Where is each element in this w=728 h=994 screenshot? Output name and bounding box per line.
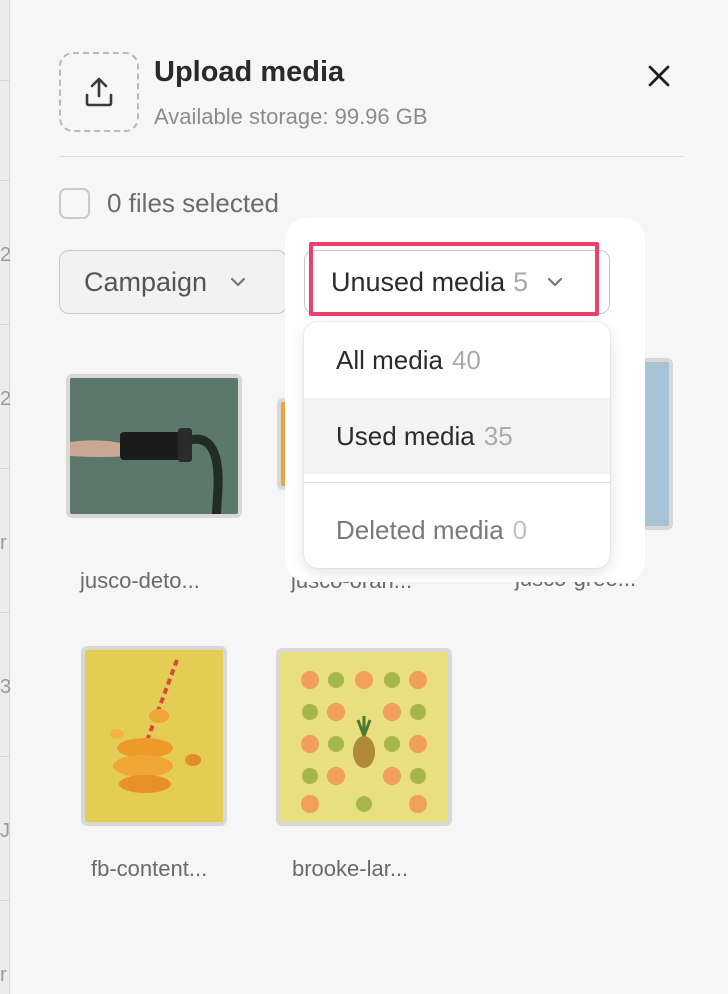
select-all-checkbox[interactable] bbox=[59, 188, 90, 219]
media-card[interactable]: fb-content... bbox=[81, 646, 227, 881]
media-card[interactable]: brooke-lar... bbox=[276, 648, 452, 881]
menu-item-used-media[interactable]: Used media 35 bbox=[304, 398, 610, 474]
row-divider bbox=[0, 324, 10, 325]
menu-item-label: All media bbox=[336, 344, 443, 375]
menu-item-count: 40 bbox=[451, 344, 481, 375]
selection-count: 0 files selected bbox=[107, 188, 279, 218]
edge-char: 2 bbox=[0, 388, 12, 410]
media-name: brooke-lar... bbox=[292, 856, 409, 881]
menu-divider bbox=[304, 482, 610, 483]
focus-highlight bbox=[309, 242, 599, 316]
row-divider bbox=[0, 180, 10, 181]
menu-item-label: Deleted media bbox=[336, 514, 504, 545]
menu-item-count: 35 bbox=[483, 420, 513, 451]
campaign-filter[interactable]: Campaign bbox=[59, 250, 287, 314]
menu-item-count: 0 bbox=[512, 514, 528, 545]
background-page-edge: 2 2 r 3 Ja r bbox=[0, 0, 21, 994]
close-icon[interactable] bbox=[645, 62, 673, 90]
row-divider bbox=[0, 756, 10, 757]
row-divider bbox=[0, 80, 10, 81]
select-all-row: 0 files selected bbox=[59, 188, 279, 219]
upload-dropzone[interactable] bbox=[59, 52, 139, 132]
media-name: fb-content... bbox=[91, 856, 208, 881]
menu-item-all-media[interactable]: All media 40 bbox=[304, 322, 610, 398]
edge-char: 2 bbox=[0, 244, 12, 266]
edge-char: r bbox=[0, 964, 7, 986]
menu-item-deleted-media[interactable]: Deleted media 0 bbox=[304, 492, 610, 568]
edge-char: r bbox=[0, 532, 7, 554]
menu-item-label: Used media bbox=[336, 420, 475, 451]
media-name: jusco-deto... bbox=[80, 568, 200, 593]
header-divider bbox=[59, 156, 683, 157]
media-thumbnail bbox=[66, 374, 242, 518]
media-card[interactable]: jusco-deto... bbox=[66, 374, 242, 593]
row-divider bbox=[0, 612, 10, 613]
media-thumbnail bbox=[81, 646, 227, 826]
upload-icon bbox=[85, 77, 113, 107]
edge-char: 3 bbox=[0, 676, 12, 698]
storage-info: Available storage: 99.96 GB bbox=[154, 104, 428, 129]
campaign-filter-label: Campaign bbox=[84, 266, 208, 297]
panel-title: Upload media bbox=[154, 56, 345, 88]
media-status-menu: All media 40 Used media 35 Deleted media… bbox=[304, 322, 610, 568]
row-divider bbox=[0, 900, 10, 901]
chevron-down-icon bbox=[230, 277, 246, 287]
media-thumbnail bbox=[276, 648, 452, 826]
row-divider bbox=[0, 468, 10, 469]
